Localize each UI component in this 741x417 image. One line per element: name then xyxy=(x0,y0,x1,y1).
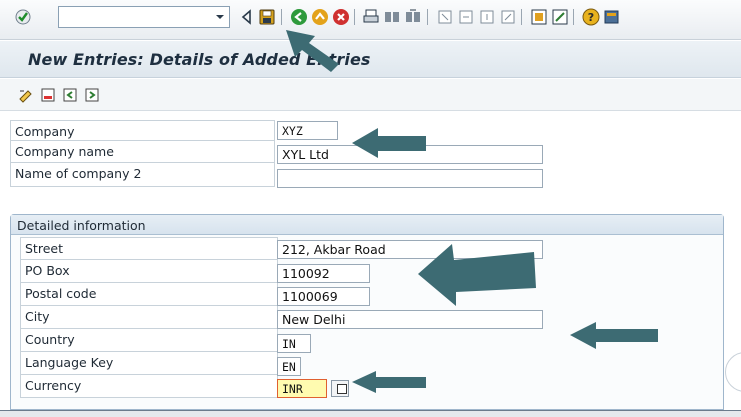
postal-code-row: Postal code xyxy=(20,283,278,306)
group-header: Detailed information xyxy=(11,215,723,235)
annotation-arrow-address xyxy=(418,244,536,306)
display-change-icon[interactable] xyxy=(18,87,34,103)
city-field[interactable]: New Delhi xyxy=(277,310,543,329)
city-label: City xyxy=(25,309,50,324)
company2-field[interactable] xyxy=(277,169,543,188)
last-page-icon[interactable] xyxy=(499,8,517,26)
toolbar-separator xyxy=(281,9,282,25)
pobox-label: PO Box xyxy=(25,263,70,278)
save-icon[interactable] xyxy=(258,8,276,26)
previous-page-icon[interactable] xyxy=(457,8,475,26)
status-bar xyxy=(0,410,741,417)
country-field[interactable]: IN xyxy=(277,334,311,353)
next-entry-icon[interactable] xyxy=(84,87,100,103)
check-icon[interactable] xyxy=(14,8,32,26)
annotation-arrow-city xyxy=(570,322,658,349)
currency-field[interactable]: INR xyxy=(277,379,327,398)
toolbar-separator xyxy=(521,9,522,25)
exit-icon[interactable] xyxy=(311,8,329,26)
toolbar-separator xyxy=(354,9,355,25)
country-label: Country xyxy=(25,332,75,347)
company2-row: Name of company 2 xyxy=(10,163,275,187)
annotation-arrow-company xyxy=(352,128,426,158)
annotation-arrow-currency xyxy=(352,371,426,393)
toolbar-separator xyxy=(427,9,428,25)
city-row: City xyxy=(20,306,278,329)
street-label: Street xyxy=(25,241,63,256)
group-title: Detailed information xyxy=(17,218,146,233)
company-name-label: Company name xyxy=(15,144,114,159)
currency-row: Currency xyxy=(20,375,278,398)
find-icon[interactable] xyxy=(383,8,401,26)
company-name-row: Company name xyxy=(10,141,275,163)
language-key-field[interactable]: EN xyxy=(277,357,301,376)
language-key-label: Language Key xyxy=(25,355,114,370)
street-row: Street xyxy=(20,237,278,260)
language-key-row: Language Key xyxy=(20,352,278,375)
scroll-handle[interactable] xyxy=(725,352,741,392)
pobox-field[interactable]: 110092 xyxy=(277,264,370,283)
pobox-row: PO Box xyxy=(20,260,278,283)
application-toolbar xyxy=(0,79,741,111)
print-icon[interactable] xyxy=(362,8,380,26)
customize-icon[interactable] xyxy=(603,8,621,26)
standard-toolbar: ? xyxy=(0,0,741,40)
annotation-arrow-save xyxy=(286,30,339,72)
delete-icon[interactable] xyxy=(40,87,56,103)
company-field[interactable]: XYZ xyxy=(277,121,338,140)
toolbar-separator xyxy=(573,9,574,25)
dropdown-icon[interactable] xyxy=(211,7,229,27)
first-page-icon[interactable] xyxy=(436,8,454,26)
create-session-icon[interactable] xyxy=(530,8,548,26)
currency-label: Currency xyxy=(25,378,82,393)
svg-text:?: ? xyxy=(588,11,594,24)
command-field[interactable] xyxy=(58,6,230,28)
help-icon[interactable]: ? xyxy=(582,8,600,26)
back-icon[interactable] xyxy=(290,8,308,26)
next-page-icon[interactable] xyxy=(478,8,496,26)
postal-code-label: Postal code xyxy=(25,286,97,301)
company-row: Company xyxy=(10,120,275,141)
country-row: Country xyxy=(20,329,278,352)
company2-label: Name of company 2 xyxy=(15,166,142,181)
value-help-icon[interactable] xyxy=(331,380,349,397)
previous-entry-icon[interactable] xyxy=(62,87,78,103)
postal-code-field[interactable]: 1100069 xyxy=(277,287,370,306)
cancel-icon[interactable] xyxy=(332,8,350,26)
company-label: Company xyxy=(15,124,75,139)
title-bar: New Entries: Details of Added Entries xyxy=(0,41,741,78)
find-next-icon[interactable] xyxy=(404,8,422,26)
shortcut-icon[interactable] xyxy=(551,8,569,26)
back-triangle-icon[interactable] xyxy=(238,8,256,26)
